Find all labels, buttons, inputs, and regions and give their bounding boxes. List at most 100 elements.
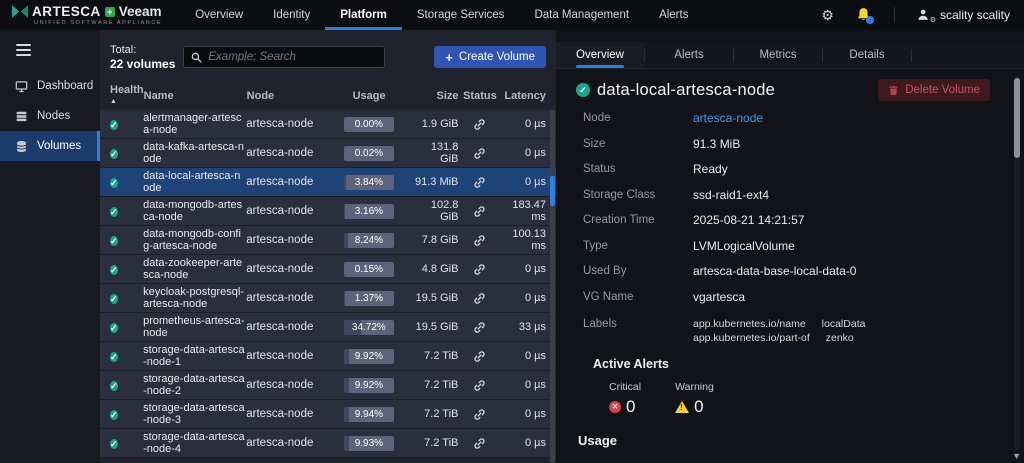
- node-link[interactable]: artesca-node: [693, 111, 763, 125]
- volume-name: storage-data-artesca-node-2: [143, 373, 246, 397]
- scroll-down-arrow-icon[interactable]: ▼: [1012, 451, 1021, 461]
- brand-partner: Veeam: [119, 4, 162, 19]
- detail-scrollbar-thumb[interactable]: [1014, 78, 1020, 158]
- create-volume-button[interactable]: + Create Volume: [434, 46, 546, 68]
- volume-table-row[interactable]: ✓ storage-data-artesca-node-4 artesca-no…: [100, 429, 556, 458]
- sidebar-item-nodes[interactable]: Nodes: [0, 101, 100, 131]
- link-icon[interactable]: [473, 321, 486, 334]
- volume-table-row[interactable]: ✓ storage-data-artesca-node-2 artesca-no…: [100, 371, 556, 400]
- detail-field-row: Creation Time 2025-08-21 14:21:57: [583, 213, 1004, 239]
- top-nav-data-management[interactable]: Data Management: [519, 0, 644, 30]
- column-header-status[interactable]: Status: [459, 90, 502, 102]
- volume-table-row[interactable]: ✓ data-mongodb-config-artesca-node artes…: [100, 226, 556, 255]
- volume-size: 131.8 GiB: [414, 141, 459, 165]
- field-value: artesca-data-base-local-data-0: [693, 264, 856, 278]
- volume-name: storage-data-artesca-node-4: [143, 431, 246, 455]
- volume-table-row[interactable]: ✓ data-local-artesca-node artesca-node 3…: [100, 168, 556, 197]
- plus-icon: +: [445, 50, 453, 65]
- check-circle-icon: ✓: [110, 323, 118, 333]
- database-icon: [15, 140, 28, 153]
- tab-metrics[interactable]: Metrics: [734, 42, 822, 68]
- usage-cell: 34.72%: [324, 320, 414, 335]
- search-input[interactable]: [208, 51, 377, 63]
- usage-cell: 0.15%: [324, 262, 414, 277]
- volume-latency: 0 µs: [501, 118, 546, 130]
- volume-table-row[interactable]: ✓ prometheus-artesca-node artesca-node 3…: [100, 313, 556, 342]
- top-nav-alerts[interactable]: Alerts: [644, 0, 703, 30]
- column-header-usage[interactable]: Usage: [324, 90, 413, 102]
- column-header-name[interactable]: Name: [144, 90, 247, 102]
- volume-table-row[interactable]: ✓ storage-data-artesca-node-3 artesca-no…: [100, 400, 556, 429]
- detail-fields: Node artesca-node Size 91.3 MiB Status R…: [583, 111, 1004, 315]
- health-cell: ✓: [110, 434, 143, 452]
- usage-bar: 8.24%: [344, 233, 394, 248]
- volumes-panel: Total: 22 volumes + Create Volume Health…: [100, 30, 556, 463]
- search-box[interactable]: [183, 46, 385, 68]
- volume-name: prometheus-artesca-node: [143, 315, 246, 339]
- link-icon[interactable]: [473, 205, 486, 218]
- settings-gear-icon[interactable]: ⚙: [821, 8, 834, 22]
- notifications-bell-icon[interactable]: [856, 7, 872, 23]
- column-header-node[interactable]: Node: [247, 90, 325, 102]
- volume-size: 102.8 GiB: [414, 199, 459, 223]
- user-menu[interactable]: ⚙ scality scality: [917, 8, 1010, 22]
- field-value: ssd-raid1-ext4: [693, 188, 769, 202]
- health-cell: ✓: [110, 173, 143, 191]
- sidebar-items: Dashboard Nodes Volumes: [0, 71, 100, 161]
- sidebar-item-dashboard[interactable]: Dashboard: [0, 71, 100, 101]
- volume-table-row[interactable]: ✓ data-zookeeper-artesca-node artesca-no…: [100, 255, 556, 284]
- link-icon[interactable]: [473, 176, 486, 189]
- volume-name: data-mongodb-config-artesca-node: [143, 228, 246, 252]
- check-circle-icon: ✓: [110, 381, 118, 391]
- field-key: Storage Class: [583, 188, 693, 201]
- volume-size: 19.5 GiB: [414, 292, 459, 304]
- servers-icon: [15, 110, 28, 123]
- volume-table-row[interactable]: ✓ storage-data-artesca-node-1 artesca-no…: [100, 342, 556, 371]
- warning-label: Warning: [675, 381, 714, 393]
- top-nav-storage-services[interactable]: Storage Services: [402, 0, 520, 30]
- volume-node: artesca-node: [246, 292, 324, 304]
- volume-table-row[interactable]: ✓ data-kafka-artesca-node artesca-node 0…: [100, 139, 556, 168]
- link-icon[interactable]: [473, 379, 486, 392]
- link-icon[interactable]: [473, 147, 486, 160]
- usage-bar: 34.72%: [344, 320, 394, 335]
- tab-overview[interactable]: Overview: [556, 42, 644, 68]
- field-value: vgartesca: [693, 290, 745, 304]
- column-header-size[interactable]: Size: [414, 90, 459, 102]
- detail-field-row: VG Name vgartesca: [583, 290, 1004, 316]
- table-scrollbar-thumb[interactable]: [550, 176, 555, 206]
- health-cell: ✓: [110, 318, 143, 336]
- link-icon[interactable]: [473, 292, 486, 305]
- delete-volume-button[interactable]: Delete Volume: [878, 79, 990, 101]
- tab-alerts[interactable]: Alerts: [645, 42, 733, 68]
- warning-icon: !: [675, 401, 689, 413]
- usage-bar: 0.15%: [344, 262, 394, 277]
- top-nav-overview[interactable]: Overview: [180, 0, 258, 30]
- link-icon[interactable]: [473, 118, 486, 131]
- detail-scrollbar[interactable]: [1014, 76, 1020, 449]
- top-nav-identity[interactable]: Identity: [258, 0, 325, 30]
- status-cell: [458, 379, 501, 392]
- hamburger-menu-icon[interactable]: [0, 40, 100, 71]
- sidebar-item-volumes[interactable]: Volumes: [0, 131, 100, 161]
- link-icon[interactable]: [473, 263, 486, 276]
- status-cell: [458, 292, 501, 305]
- volume-table-row[interactable]: ✓ keycloak-postgresql-artesca-node artes…: [100, 284, 556, 313]
- status-cell: [458, 118, 501, 131]
- column-header-health[interactable]: Health ▲: [110, 84, 144, 108]
- volume-name: data-zookeeper-artesca-node: [143, 257, 246, 281]
- column-header-latency[interactable]: Latency: [501, 90, 546, 102]
- link-icon[interactable]: [473, 350, 486, 363]
- health-cell: ✓: [110, 260, 143, 278]
- volume-table-row[interactable]: ✓ alertmanager-artesca-node artesca-node…: [100, 110, 556, 139]
- volume-name: data-local-artesca-node: [143, 170, 246, 194]
- link-icon[interactable]: [473, 437, 486, 450]
- tab-details[interactable]: Details: [823, 42, 911, 68]
- volume-latency: 0 µs: [501, 379, 546, 391]
- link-icon[interactable]: [473, 234, 486, 247]
- table-scrollbar[interactable]: [550, 110, 555, 463]
- status-cell: [458, 147, 501, 160]
- link-icon[interactable]: [473, 408, 486, 421]
- top-nav-platform[interactable]: Platform: [325, 0, 402, 30]
- volume-table-row[interactable]: ✓ data-mongodb-artesca-node artesca-node…: [100, 197, 556, 226]
